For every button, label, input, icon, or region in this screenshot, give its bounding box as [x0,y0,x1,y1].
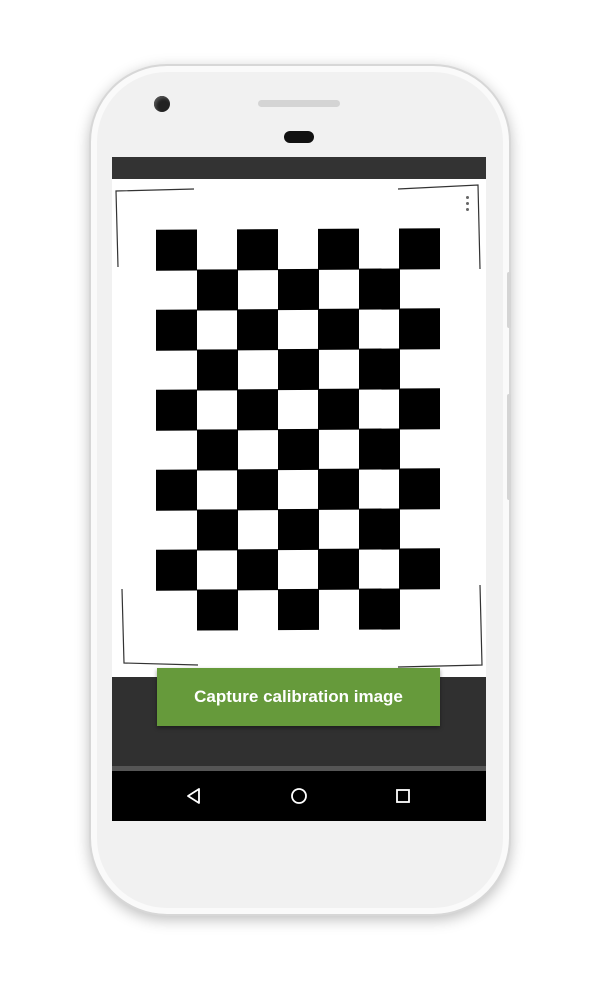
board-square [358,588,400,630]
status-bar [112,157,486,179]
board-square [156,229,198,271]
overflow-menu-icon[interactable] [462,196,472,214]
board-square [318,388,360,430]
home-icon[interactable] [269,771,329,821]
proximity-sensor [284,131,314,143]
board-square [196,429,238,471]
earpiece-speaker [258,100,340,107]
checkerboard-target [156,228,441,631]
board-square [318,228,360,270]
board-square [237,229,279,270]
board-square [156,389,198,431]
board-square [156,469,198,511]
navigation-bar [112,771,486,821]
board-square [237,309,279,350]
board-square [237,469,279,510]
board-square [358,268,400,310]
board-square [399,468,441,509]
board-square [358,348,400,390]
board-square [358,508,400,550]
board-square [399,548,441,589]
board-square [237,389,279,430]
power-button [507,272,511,328]
board-square [399,228,441,269]
board-square [196,509,238,551]
board-square [318,468,360,510]
board-square [277,588,319,630]
board-square [277,428,319,470]
board-square [318,308,360,350]
front-camera [154,96,170,112]
board-square [277,268,319,310]
board-square [196,269,238,311]
board-square [196,589,238,631]
recents-icon[interactable] [373,771,433,821]
phone-screen: Capture calibration image [112,157,486,821]
board-square [399,308,441,349]
board-square [156,549,198,591]
board-square [196,349,238,391]
camera-preview[interactable] [112,179,486,677]
board-square [156,309,198,351]
volume-button [507,394,511,500]
board-square [358,428,400,470]
board-square [237,549,279,590]
board-square [318,548,360,590]
capture-calibration-button[interactable]: Capture calibration image [157,668,440,726]
board-square [399,388,441,429]
board-square [277,508,319,550]
back-icon[interactable] [164,771,224,821]
board-square [277,348,319,390]
